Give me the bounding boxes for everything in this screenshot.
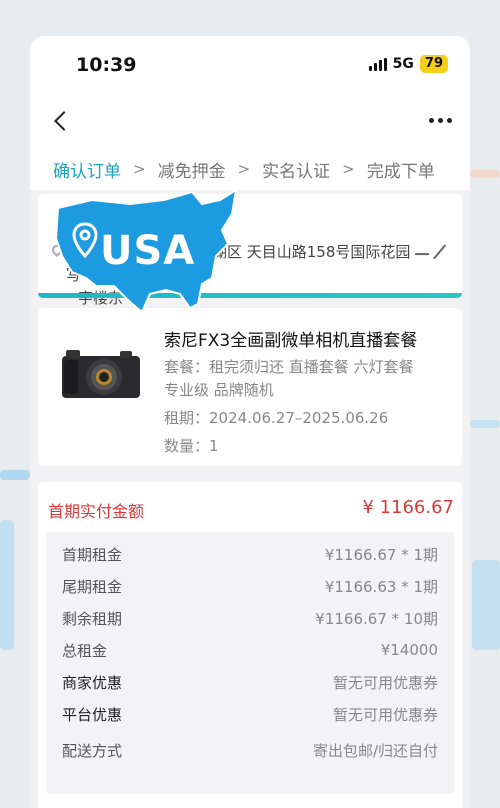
payment-row-value: 寄出包邮/归还自付 [312,741,438,760]
payment-row-value: ¥1166.63 * 1期 [324,577,438,596]
payment-row-label: 首期租金 [62,545,123,564]
payment-row-label: 总租金 [62,641,108,660]
status-time: 10:39 [76,54,137,76]
payment-row: 总租金 ¥14000 [62,638,438,662]
payment-row-value: ¥1166.67 * 10期 [315,609,438,628]
back-button[interactable] [48,108,74,134]
step-complete-order: 完成下单 [366,161,435,182]
status-bar: 10:39 5G 79 [30,36,470,96]
product-package: 套餐：租完须归还 直播套餐 六灯套餐 [164,358,414,376]
payment-row: 尾期租金 ¥1166.63 * 1期 [62,574,438,598]
step-identity-verification: 实名认证 [262,161,331,182]
step-confirm-order: 确认订单 [53,161,121,182]
payment-row-value: 暂无可用优惠券 [332,705,438,724]
chevron-right-icon: > [133,160,146,178]
more-options-icon[interactable] [429,118,452,123]
app-screen: 10:39 5G 79 确认订单 > 减免押金 > 实名认证 > 完成下单 61… [30,36,470,808]
product-package-cont: 专业级 品牌随机 [164,381,274,399]
camera-image [62,350,140,398]
payment-card: 首期实付金额 ¥ 1166.67 首期租金 ¥1166.67 * 1期 尾期租金… [38,482,462,808]
network-type: 5G [392,56,414,72]
payment-row: 首期租金 ¥1166.67 * 1期 [62,542,438,566]
payment-row-label: 尾期租金 [62,577,123,596]
order-steps: 确认订单 > 减免押金 > 实名认证 > 完成下单 [30,148,470,190]
chevron-left-icon [54,111,74,131]
usa-label: USA [100,228,196,274]
payment-details: 首期租金 ¥1166.67 * 1期 尾期租金 ¥1166.63 * 1期 剩余… [46,532,454,794]
product-title: 索尼FX3全画副微单相机直播套餐 [164,331,418,351]
chevron-right-icon: > [237,160,251,178]
merchant-discount-row[interactable]: 商家优惠 暂无可用优惠券 [62,670,438,694]
delivery-row: 配送方式 寄出包邮/归还自付 [62,738,438,762]
product-quantity: 数量：1 [164,437,219,455]
step-deposit-waiver: 减免押金 [157,161,226,182]
payment-row-value: ¥1166.67 * 1期 [324,545,438,564]
usa-map-overlay: USA [52,186,240,324]
payment-row-value: ¥14000 [380,641,438,659]
first-payment-label: 首期实付金额 [48,502,145,521]
platform-discount-row[interactable]: 平台优惠 暂无可用优惠券 [62,702,438,726]
product-info: 套餐：租完须归还 直播套餐 六灯套餐 专业级 品牌随机 租期：2024.06.2… [164,356,454,458]
payment-row: 剩余租期 ¥1166.67 * 10期 [62,606,438,630]
nav-bar [30,96,470,148]
first-payment-amount: ¥ 1166.67 [362,497,454,518]
product-period: 租期：2024.06.27–2025.06.26 [164,409,389,427]
product-card[interactable]: 索尼FX3全画副微单相机直播套餐 套餐：租完须归还 直播套餐 六灯套餐 专业级 … [38,308,462,466]
map-pin-icon [72,222,98,259]
payment-row-label: 平台优惠 [62,705,123,724]
payment-row-label: 商家优惠 [62,673,123,692]
signal-icon [368,57,387,71]
battery-icon: 79 [419,55,448,73]
edit-icon[interactable] [423,236,447,260]
payment-row-value: 暂无可用优惠券 [332,673,438,692]
payment-row-label: 配送方式 [62,741,123,760]
payment-row-label: 剩余租期 [62,609,123,628]
chevron-right-icon: > [342,160,355,178]
